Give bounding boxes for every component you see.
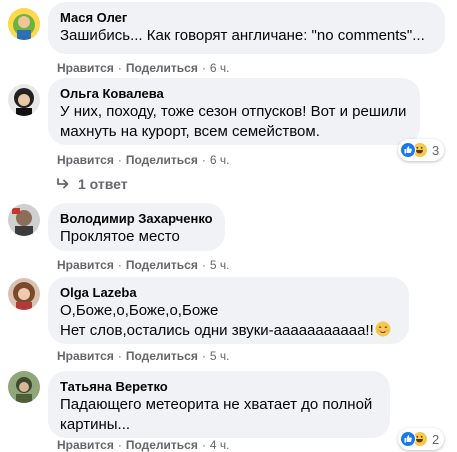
like-reaction-icon (400, 142, 416, 158)
reaction-count: 2 (432, 431, 440, 447)
separator: · (201, 258, 206, 272)
avatar[interactable] (8, 8, 40, 40)
separator: · (201, 61, 206, 75)
separator: · (117, 438, 122, 452)
share-button[interactable]: Поделиться (126, 349, 198, 363)
like-reaction-icon (400, 431, 416, 447)
separator: · (117, 61, 122, 75)
reaction-summary[interactable]: 2 (398, 428, 445, 450)
separator: · (117, 349, 122, 363)
comment-time[interactable]: 6 ч. (210, 61, 230, 75)
comment-author[interactable]: Мася Олег (60, 10, 433, 26)
comment-time[interactable]: 4 ч. (210, 438, 230, 452)
avatar-image (8, 8, 40, 40)
share-button[interactable]: Поделиться (126, 438, 198, 452)
avatar-image (8, 371, 40, 403)
comment-text: У них, походу, тоже сезон отпусков! Вот … (60, 103, 407, 140)
comment-bubble: Татьяна Веретко Падающего метеорита не х… (48, 371, 390, 438)
share-button[interactable]: Поделиться (126, 61, 198, 75)
avatar[interactable] (8, 278, 40, 310)
like-button[interactable]: Нравится (57, 61, 114, 75)
avatar-image (8, 84, 40, 116)
comment-bubble: Мася Олег Зашибись... Как говорят англич… (48, 2, 445, 54)
replies-count[interactable]: 1 ответ (78, 176, 128, 192)
comment-bubble: Ольга Ковалева У них, походу, тоже сезон… (48, 78, 420, 145)
avatar[interactable] (8, 204, 40, 236)
separator: · (117, 153, 122, 167)
separator: · (117, 258, 122, 272)
comment-actions: Нравится · Поделиться · 5 ч. (57, 257, 229, 273)
share-button[interactable]: Поделиться (126, 153, 198, 167)
like-button[interactable]: Нравится (57, 438, 114, 452)
like-button[interactable]: Нравится (57, 258, 114, 272)
comment-text: О,Боже,о,Боже,о,Боже Нет слов,остались о… (60, 301, 397, 341)
comment-actions: Нравится · Поделиться · 5 ч. (57, 348, 229, 364)
comment-actions: Нравится · Поделиться · 6 ч. (57, 152, 229, 168)
separator: · (201, 438, 206, 452)
like-button[interactable]: Нравится (57, 349, 114, 363)
comment-author[interactable]: Володимир Захарченко (60, 211, 213, 227)
comment-text: Падающего метеорита не хватает до полной… (60, 396, 373, 433)
comment-actions: Нравится · Поделиться · 4 ч. (57, 437, 229, 452)
comment-author[interactable]: Olga Lazeba (60, 285, 397, 301)
avatar[interactable] (8, 371, 40, 403)
comment-author[interactable]: Ольга Ковалева (60, 86, 408, 102)
comment-bubble: Olga Lazeba О,Боже,о,Боже,о,Боже Нет сло… (48, 277, 409, 344)
share-button[interactable]: Поделиться (126, 258, 198, 272)
comment-text: Зашибись... Как говорят англичане: "no c… (60, 27, 425, 44)
avatar[interactable] (8, 84, 40, 116)
avatar-image (8, 278, 40, 310)
like-button[interactable]: Нравится (57, 153, 114, 167)
avatar-image (8, 204, 40, 236)
reply-arrow-icon (57, 178, 69, 189)
separator: · (201, 153, 206, 167)
comment-actions: Нравится · Поделиться · 6 ч. (57, 60, 229, 76)
comment-bubble: Володимир Захарченко Проклятое место (48, 203, 225, 251)
comment-time[interactable]: 5 ч. (210, 349, 230, 363)
reaction-count: 3 (432, 142, 440, 158)
comment-time[interactable]: 5 ч. (210, 258, 230, 272)
comment-text: Проклятое место (60, 228, 180, 245)
smiling-face-emoji (375, 321, 391, 337)
comment-author[interactable]: Татьяна Веретко (60, 379, 378, 395)
reaction-summary[interactable]: 3 (398, 139, 445, 161)
separator: · (201, 349, 206, 363)
view-replies-link[interactable]: 1 ответ (56, 176, 128, 192)
comment-time[interactable]: 6 ч. (210, 153, 230, 167)
